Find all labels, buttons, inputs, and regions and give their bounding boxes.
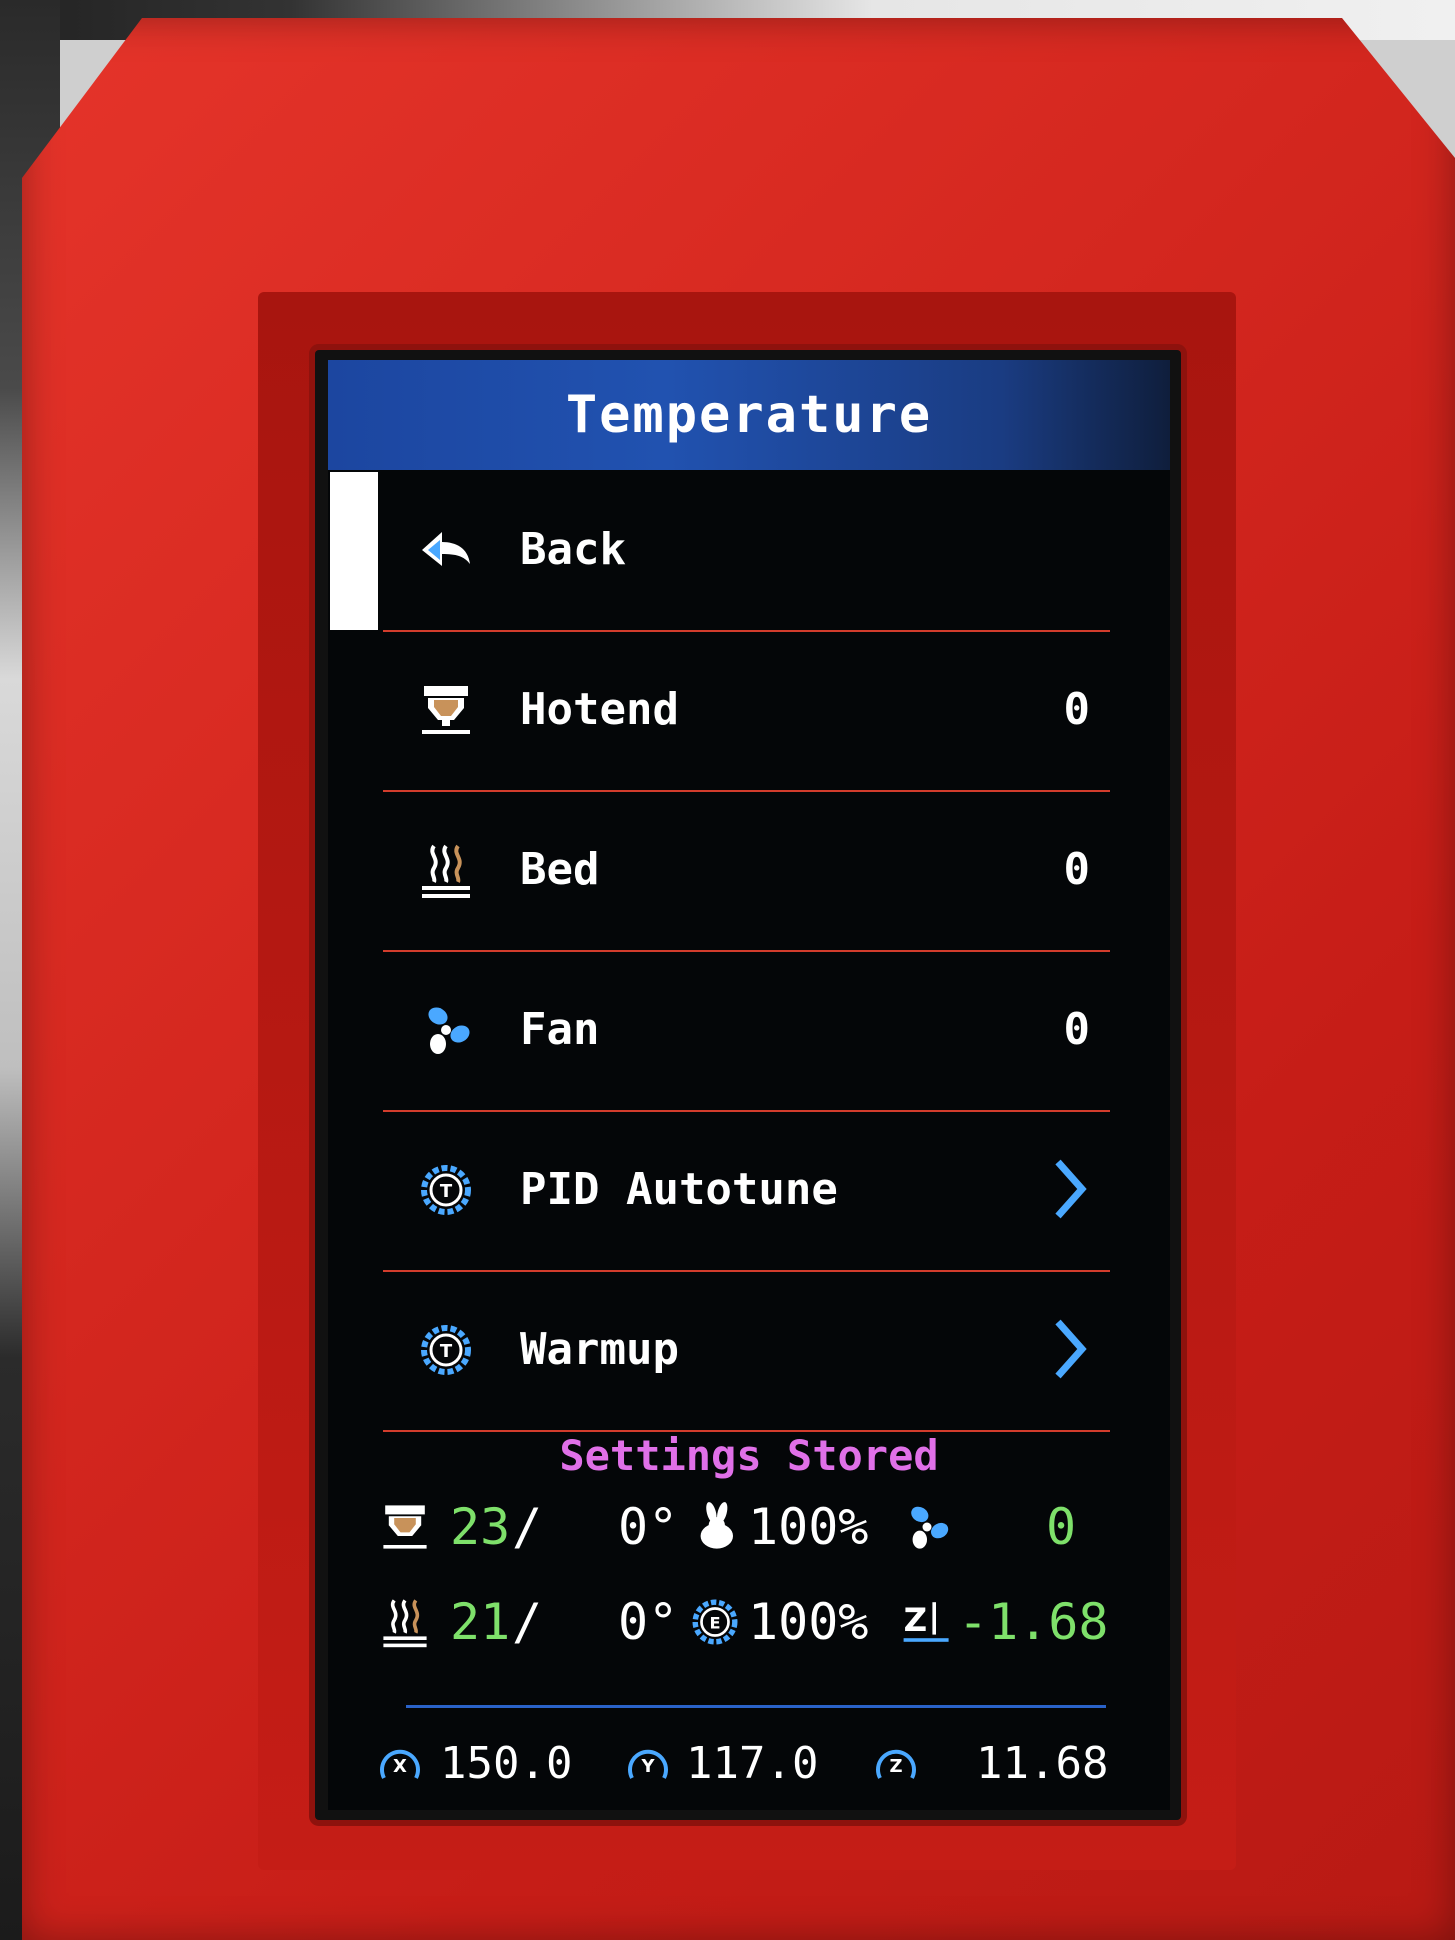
menu-item-hotend[interactable]: Hotend 0 — [328, 632, 1170, 792]
flow-value: 100% — [748, 1593, 869, 1651]
z-offset-value: -1.68 — [958, 1593, 1109, 1651]
feedrate-rabbit-icon — [700, 1502, 733, 1549]
fan-status-value: 0 — [1046, 1498, 1077, 1556]
svg-text:Y: Y — [640, 1756, 655, 1777]
menu-item-label: Hotend — [520, 684, 679, 735]
axes-position-row: X 150.0 Y 117.0 Z 11.68 — [328, 1730, 1170, 1800]
flow-e-icon: E — [692, 1599, 738, 1645]
menu-item-label: Bed — [520, 844, 600, 895]
chevron-right-icon — [1055, 1159, 1087, 1219]
z-position: 11.68 — [976, 1738, 1109, 1789]
bed-heat-icon — [422, 844, 470, 898]
bed-target-value: 0 — [1063, 844, 1091, 895]
fan-icon — [428, 1007, 470, 1054]
menu-item-back[interactable]: Back — [328, 472, 1170, 632]
hotend-icon — [383, 1505, 427, 1549]
temperature-gear-icon: T — [421, 1165, 471, 1215]
menu-item-label: Back — [520, 524, 626, 575]
x-position: 150.0 — [440, 1738, 573, 1789]
menu-item-pid-autotune[interactable]: T PID Autotune — [328, 1112, 1170, 1272]
y-axis-icon: Y — [628, 1749, 668, 1779]
bed-current-temp: 21 — [450, 1593, 511, 1651]
hotend-target-temp: 0° — [618, 1498, 679, 1556]
status-message: Settings Stored — [559, 1431, 939, 1480]
z-offset-icon: Z — [903, 1601, 949, 1642]
menu-item-label: Warmup — [520, 1324, 679, 1375]
lcd-screen: Temperature Back Hotend 0 Bed 0 Fan 0 T … — [328, 360, 1170, 1810]
x-axis-icon: X — [380, 1749, 420, 1779]
status-row-bed: 21 / 0° E 100% Z -1.68 — [328, 1585, 1170, 1665]
chevron-right-icon — [1055, 1319, 1087, 1379]
svg-text:X: X — [393, 1756, 407, 1777]
menu-item-fan[interactable]: Fan 0 — [328, 952, 1170, 1112]
svg-text:Z: Z — [904, 1601, 927, 1639]
svg-text:T: T — [440, 1181, 453, 1202]
bed-target-temp: 0° — [618, 1593, 679, 1651]
divider — [406, 1705, 1106, 1708]
temp-slash: / — [512, 1593, 543, 1651]
hotend-target-value: 0 — [1063, 684, 1091, 735]
title-bar: Temperature — [328, 360, 1170, 470]
menu-item-bed[interactable]: Bed 0 — [328, 792, 1170, 952]
y-position: 117.0 — [686, 1738, 819, 1789]
z-axis-icon: Z — [876, 1749, 916, 1779]
feedrate-value: 100% — [748, 1498, 869, 1556]
menu-item-label: PID Autotune — [520, 1164, 838, 1215]
page-title: Temperature — [565, 385, 933, 445]
menu-item-label: Fan — [520, 1004, 600, 1055]
temp-slash: / — [512, 1498, 543, 1556]
status-row-hotend: 23 / 0° 100% 0 — [328, 1490, 1170, 1570]
bed-heat-icon — [383, 1599, 427, 1648]
menu-item-warmup[interactable]: T Warmup — [328, 1272, 1170, 1432]
temperature-gear-icon: T — [421, 1325, 471, 1375]
svg-text:T: T — [440, 1341, 453, 1362]
svg-text:Z: Z — [889, 1756, 902, 1777]
back-arrow-icon — [422, 532, 470, 566]
svg-text:E: E — [709, 1613, 720, 1632]
fan-icon — [911, 1506, 949, 1549]
hotend-icon — [422, 686, 470, 734]
hotend-current-temp: 23 — [450, 1498, 511, 1556]
fan-speed-value: 0 — [1063, 1004, 1091, 1055]
